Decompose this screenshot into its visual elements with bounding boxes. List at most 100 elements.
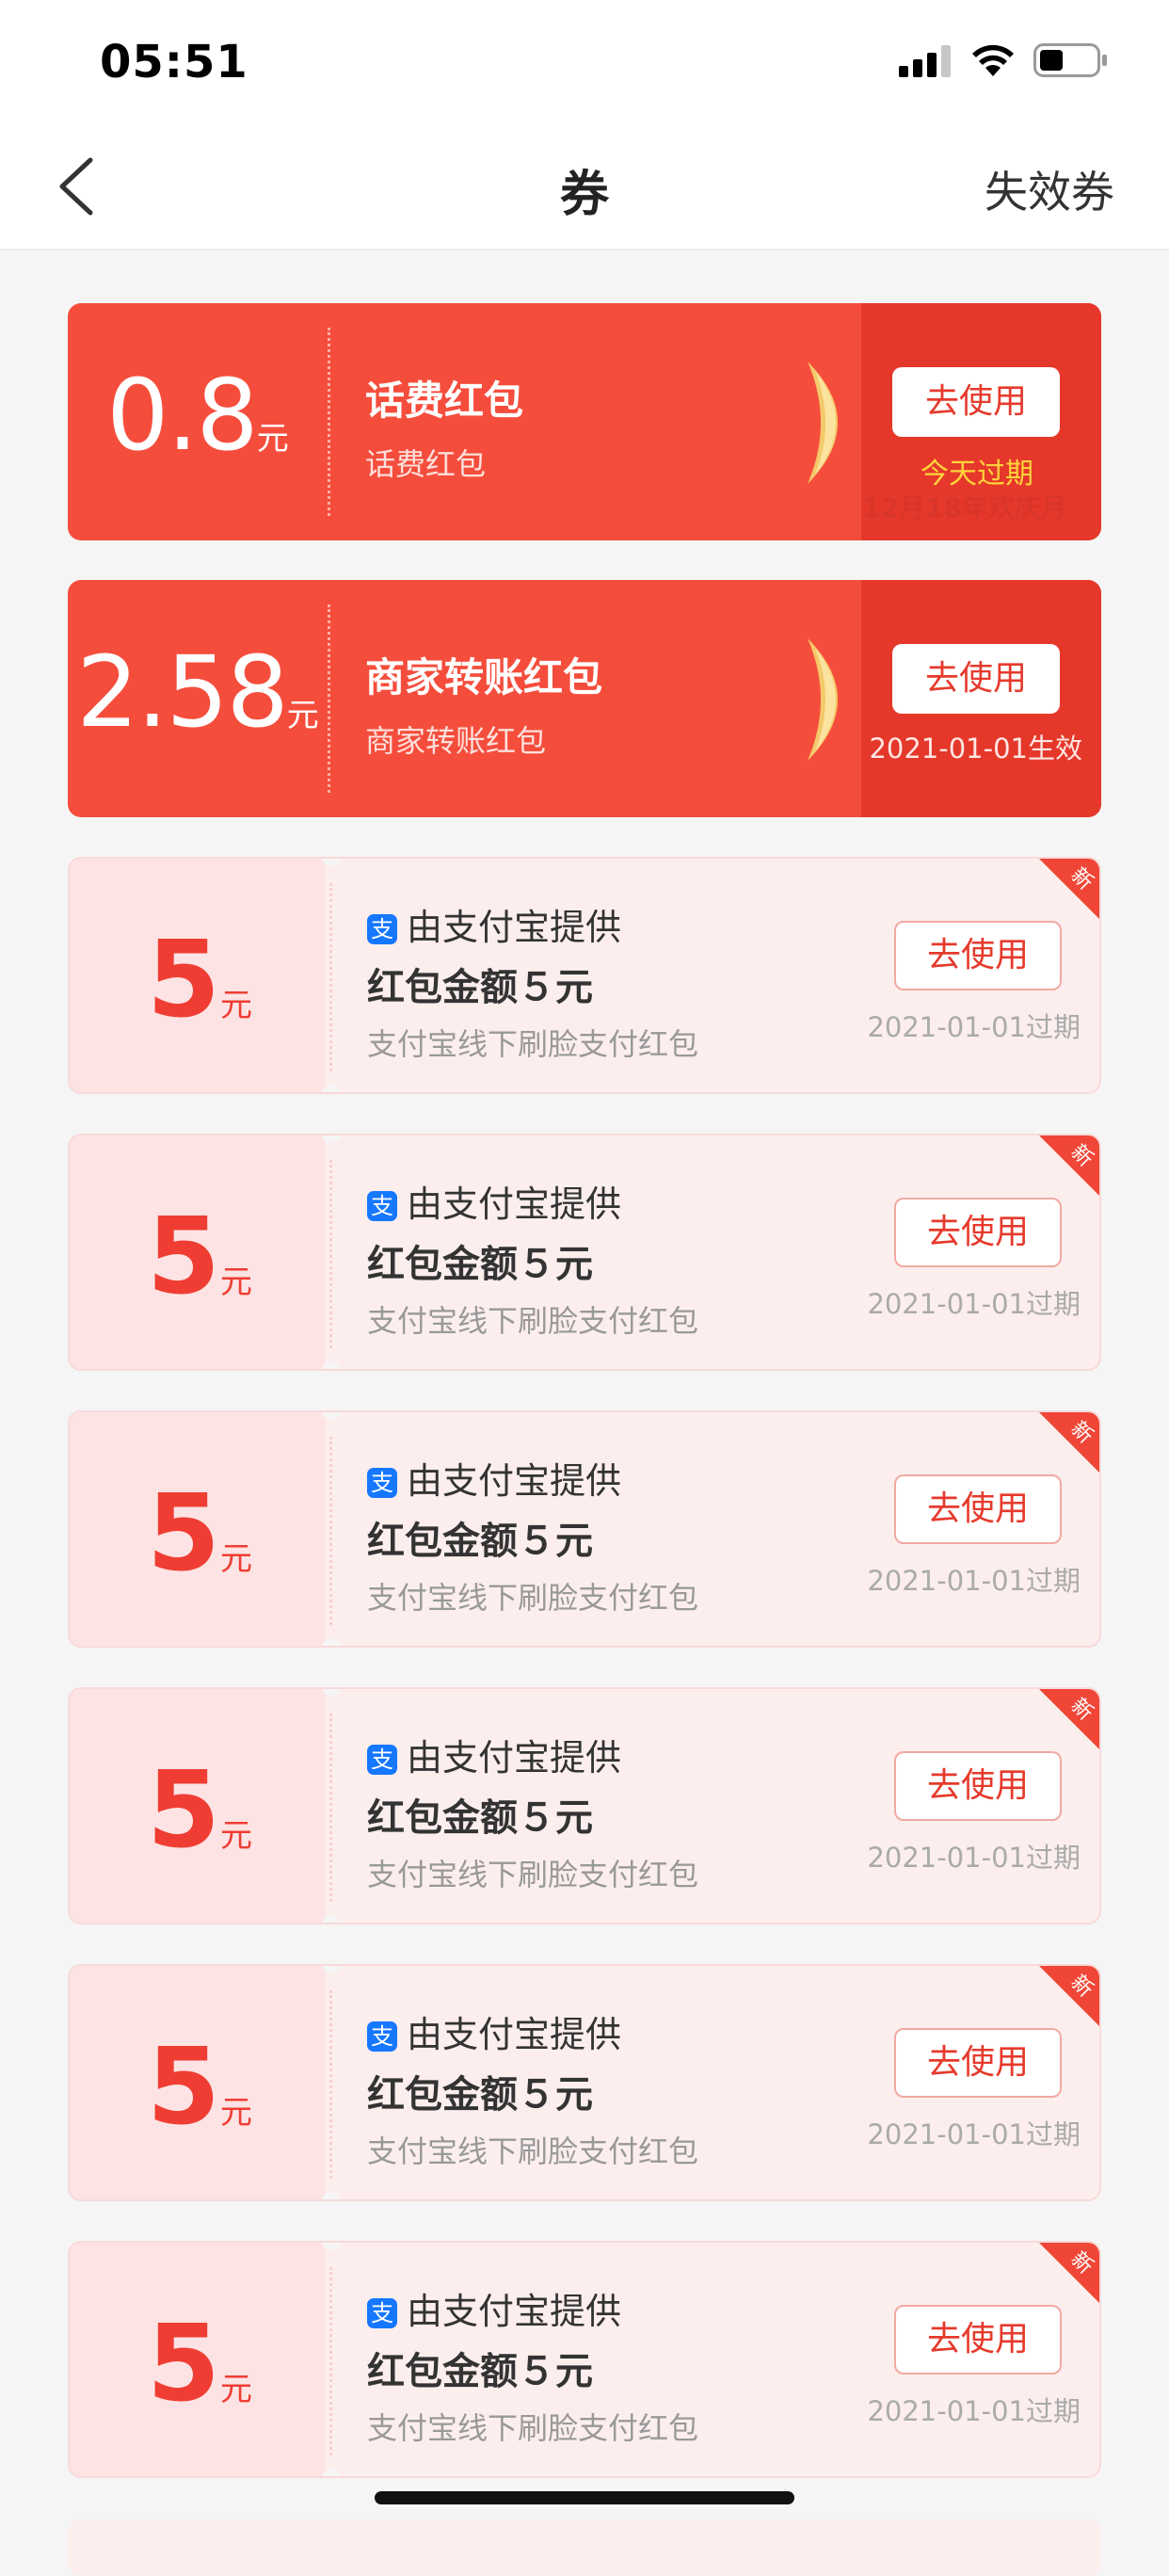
use-button[interactable]: 去使用 xyxy=(892,644,1060,714)
alipay-icon: 支 xyxy=(367,914,397,944)
coupon-divider xyxy=(329,1160,332,1348)
partial-coupon-card xyxy=(68,2520,1101,2576)
provider-text: 由支付宝提供 xyxy=(407,1460,622,1502)
amount-unit: 元 xyxy=(219,1264,252,1301)
amount-unit: 元 xyxy=(219,2094,252,2132)
amount-value: 0.8 xyxy=(106,358,258,473)
provider-text: 由支付宝提供 xyxy=(407,1183,622,1225)
alipay-icon: 支 xyxy=(367,1191,397,1221)
coupon-card: 5元 支由支付宝提供 红包金额５元 支付宝线下刷脸支付红包 去使用 2021-0… xyxy=(68,857,1101,1094)
coupon-title: 红包金额５元 xyxy=(367,1796,593,1840)
coupon-subtitle: 话费红包 xyxy=(365,446,487,482)
coupon-subtitle: 支付宝线下刷脸支付红包 xyxy=(367,1303,699,1339)
use-button[interactable]: 去使用 xyxy=(894,2028,1062,2098)
amount-value: 5 xyxy=(147,2303,220,2425)
coupon-notch xyxy=(322,1638,341,1646)
amount-value: 2.58 xyxy=(76,635,289,749)
coupon-divider xyxy=(329,1437,332,1625)
coupon-title: 红包金额５元 xyxy=(367,1520,593,1563)
alipay-icon: 支 xyxy=(367,1468,397,1498)
coupon-card: 5元 支由支付宝提供 红包金额５元 支付宝线下刷脸支付红包 去使用 2021-0… xyxy=(68,2241,1101,2478)
amount-unit: 元 xyxy=(219,987,252,1024)
provider-text: 由支付宝提供 xyxy=(407,1737,622,1779)
amount-value: 5 xyxy=(147,1473,220,1595)
amount-unit: 元 xyxy=(286,697,319,734)
use-button[interactable]: 去使用 xyxy=(894,1198,1062,1267)
gold-coin-icon xyxy=(808,638,838,761)
coupon-subtitle: 商家转账红包 xyxy=(365,723,547,759)
effective-date: 2021-01-01生效 xyxy=(869,733,1082,765)
coupon-subtitle: 支付宝线下刷脸支付红包 xyxy=(367,2410,699,2446)
coupon-amount: 5元 xyxy=(70,1473,329,1595)
amount-value: 5 xyxy=(147,1196,220,1318)
provider-text: 由支付宝提供 xyxy=(407,2291,622,2332)
alipay-icon: 支 xyxy=(367,2021,397,2052)
provider-line: 支由支付宝提供 xyxy=(367,2282,621,2334)
expiry-date: 2021-01-01过期 xyxy=(867,2395,1081,2427)
amount-unit: 元 xyxy=(219,1817,252,1855)
expiry-date: 2021-01-01过期 xyxy=(867,1288,1081,1320)
coupon-divider xyxy=(329,883,332,1071)
coupon-card: 0.8元 话费红包 话费红包 去使用 今天过期 12月18年欢庆月 xyxy=(68,303,1101,540)
promo-watermark: 12月18年欢庆月 xyxy=(862,492,1067,523)
amount-unit: 元 xyxy=(219,1540,252,1578)
alipay-icon: 支 xyxy=(367,2298,397,2328)
provider-line: 支由支付宝提供 xyxy=(367,1452,621,1504)
coupon-card: 5元 支由支付宝提供 红包金额５元 支付宝线下刷脸支付红包 去使用 2021-0… xyxy=(68,1134,1101,1371)
battery-icon xyxy=(1033,43,1107,77)
use-button[interactable]: 去使用 xyxy=(892,367,1060,437)
coupon-notch xyxy=(322,1361,341,1369)
provider-line: 支由支付宝提供 xyxy=(367,1729,621,1780)
coupon-notch xyxy=(322,2469,341,2476)
nav-bar: 券 失效券 xyxy=(0,122,1169,250)
provider-text: 由支付宝提供 xyxy=(407,2014,622,2055)
status-time: 05:51 xyxy=(100,36,248,89)
use-button[interactable]: 去使用 xyxy=(894,1474,1062,1544)
coupon-card: 5元 支由支付宝提供 红包金额５元 支付宝线下刷脸支付红包 去使用 2021-0… xyxy=(68,1687,1101,1924)
coupon-title: 话费红包 xyxy=(365,378,524,424)
coupon-title: 红包金额５元 xyxy=(367,1243,593,1286)
amount-unit: 元 xyxy=(219,2371,252,2408)
coupon-divider xyxy=(328,328,330,516)
coupon-notch xyxy=(322,1915,341,1923)
coupon-card: 5元 支由支付宝提供 红包金额５元 支付宝线下刷脸支付红包 去使用 2021-0… xyxy=(68,1410,1101,1648)
coupon-divider xyxy=(329,1990,332,2179)
expiry-date: 2021-01-01过期 xyxy=(867,1842,1081,1874)
coupon-divider xyxy=(329,2267,332,2455)
coupon-divider xyxy=(329,1714,332,1902)
provider-line: 支由支付宝提供 xyxy=(367,1175,621,1227)
amount-value: 5 xyxy=(147,2026,220,2149)
coupon-card: 2.58元 商家转账红包 商家转账红包 去使用 2021-01-01生效 xyxy=(68,580,1101,817)
coupon-divider xyxy=(328,604,330,793)
coupon-amount: 2.58元 xyxy=(68,635,328,749)
signal-icon xyxy=(899,45,951,77)
use-button[interactable]: 去使用 xyxy=(894,1751,1062,1821)
provider-line: 支由支付宝提供 xyxy=(367,2005,621,2057)
coupon-amount: 5元 xyxy=(70,1196,329,1318)
status-bar: 05:51 xyxy=(0,0,1169,122)
coupon-list: 0.8元 话费红包 话费红包 去使用 今天过期 12月18年欢庆月 2.58元 … xyxy=(68,303,1101,2518)
amount-value: 5 xyxy=(147,919,220,1041)
coupon-notch xyxy=(322,1085,341,1092)
coupon-title: 红包金额５元 xyxy=(367,2350,593,2393)
expired-coupons-link[interactable]: 失效券 xyxy=(985,158,1114,220)
home-indicator xyxy=(375,2491,794,2504)
coupon-title: 红包金额５元 xyxy=(367,966,593,1009)
coupon-title: 商家转账红包 xyxy=(365,654,603,700)
coupon-title: 红包金额５元 xyxy=(367,2073,593,2117)
expiry-date: 2021-01-01过期 xyxy=(867,1011,1081,1043)
wifi-icon xyxy=(972,44,1014,76)
coupon-amount: 0.8元 xyxy=(68,358,328,473)
amount-unit: 元 xyxy=(256,420,289,458)
coupon-amount: 5元 xyxy=(70,919,329,1041)
coupon-subtitle: 支付宝线下刷脸支付红包 xyxy=(367,1857,699,1892)
use-button[interactable]: 去使用 xyxy=(894,2305,1062,2375)
provider-line: 支由支付宝提供 xyxy=(367,898,621,950)
alipay-icon: 支 xyxy=(367,1745,397,1775)
coupon-card: 5元 支由支付宝提供 红包金额５元 支付宝线下刷脸支付红包 去使用 2021-0… xyxy=(68,1964,1101,2201)
provider-text: 由支付宝提供 xyxy=(407,907,622,948)
use-button[interactable]: 去使用 xyxy=(894,921,1062,990)
coupon-amount: 5元 xyxy=(70,2303,329,2425)
expiry-status: 今天过期 xyxy=(921,458,1033,491)
expiry-date: 2021-01-01过期 xyxy=(867,1565,1081,1597)
